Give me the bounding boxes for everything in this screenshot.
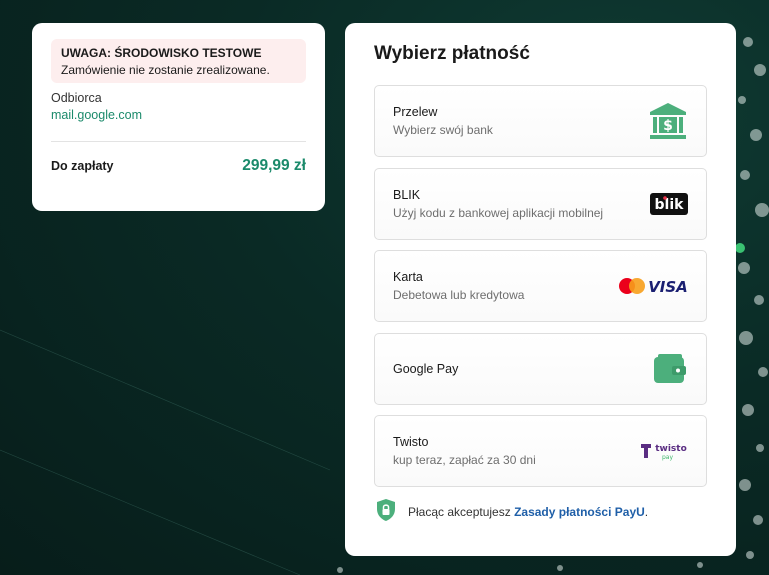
mastercard-visa-logo: VISA	[618, 276, 688, 296]
shield-icon	[375, 498, 397, 527]
total-amount: 299,99 zł	[242, 157, 306, 174]
page-title: Wybierz płatność	[374, 43, 530, 64]
method-name: Przelew	[393, 105, 438, 119]
method-description: Użyj kodu z bankowej aplikacji mobilnej	[393, 205, 604, 220]
payment-method-twisto[interactable]: Twisto kup teraz, zapłać za 30 dni twist…	[374, 415, 707, 487]
blik-logo: blik	[650, 192, 688, 215]
method-name: Karta	[393, 270, 423, 284]
payment-methods-list: Przelew Wybierz swój bank $ BLIK Użyj ko…	[374, 85, 707, 487]
twisto-logo: twisto pay	[640, 441, 688, 461]
payment-method-google-pay[interactable]: Google Pay	[374, 332, 707, 405]
terms-prefix: Płacąc akceptujesz	[408, 505, 515, 519]
divider	[51, 141, 306, 142]
terms-text: Płacąc akceptujesz Zasady płatności PayU…	[408, 505, 648, 519]
svg-text:$: $	[663, 118, 673, 134]
method-name: BLIK	[393, 187, 421, 202]
recipient-label: Odbiorca	[51, 91, 102, 105]
warning-title: UWAGA: ŚRODOWISKO TESTOWE	[61, 46, 262, 60]
svg-text:VISA: VISA	[648, 278, 688, 296]
payment-method-card: Wybierz płatność Przelew Wybierz swój ba…	[345, 23, 736, 556]
terms-suffix: .	[644, 505, 649, 519]
wallet-icon	[652, 353, 688, 385]
payu-terms-link[interactable]: Zasady płatności PayU	[514, 505, 645, 519]
method-name: Twisto	[393, 435, 429, 449]
recipient-value: mail.google.com	[51, 108, 143, 122]
payment-method-przelew[interactable]: Przelew Wybierz swój bank $	[374, 85, 707, 157]
svg-text:pay: pay	[662, 454, 673, 461]
method-name: Google Pay	[393, 361, 459, 376]
test-environment-warning: UWAGA: ŚRODOWISKO TESTOWE Zamówienie nie…	[51, 39, 306, 83]
bank-icon: $	[648, 101, 688, 141]
method-description: Wybierz swój bank	[393, 123, 493, 137]
method-description: Debetowa lub kredytowa	[393, 288, 525, 302]
svg-text:twisto: twisto	[655, 444, 687, 454]
svg-text:blik: blik	[655, 197, 685, 213]
warning-text: Zamówienie nie zostanie zrealizowane.	[61, 63, 270, 77]
payment-method-karta[interactable]: Karta Debetowa lub kredytowa VISA	[374, 250, 707, 322]
total-label: Do zapłaty	[51, 159, 114, 173]
order-summary-card: UWAGA: ŚRODOWISKO TESTOWE Zamówienie nie…	[32, 23, 325, 211]
terms-footer: Płacąc akceptujesz Zasady płatności PayU…	[374, 498, 707, 527]
total-row: Do zapłaty 299,99 zł	[51, 157, 306, 175]
payment-method-blik[interactable]: BLIK Użyj kodu z bankowej aplikacji mobi…	[374, 167, 707, 240]
method-description: kup teraz, zapłać za 30 dni	[393, 453, 536, 467]
